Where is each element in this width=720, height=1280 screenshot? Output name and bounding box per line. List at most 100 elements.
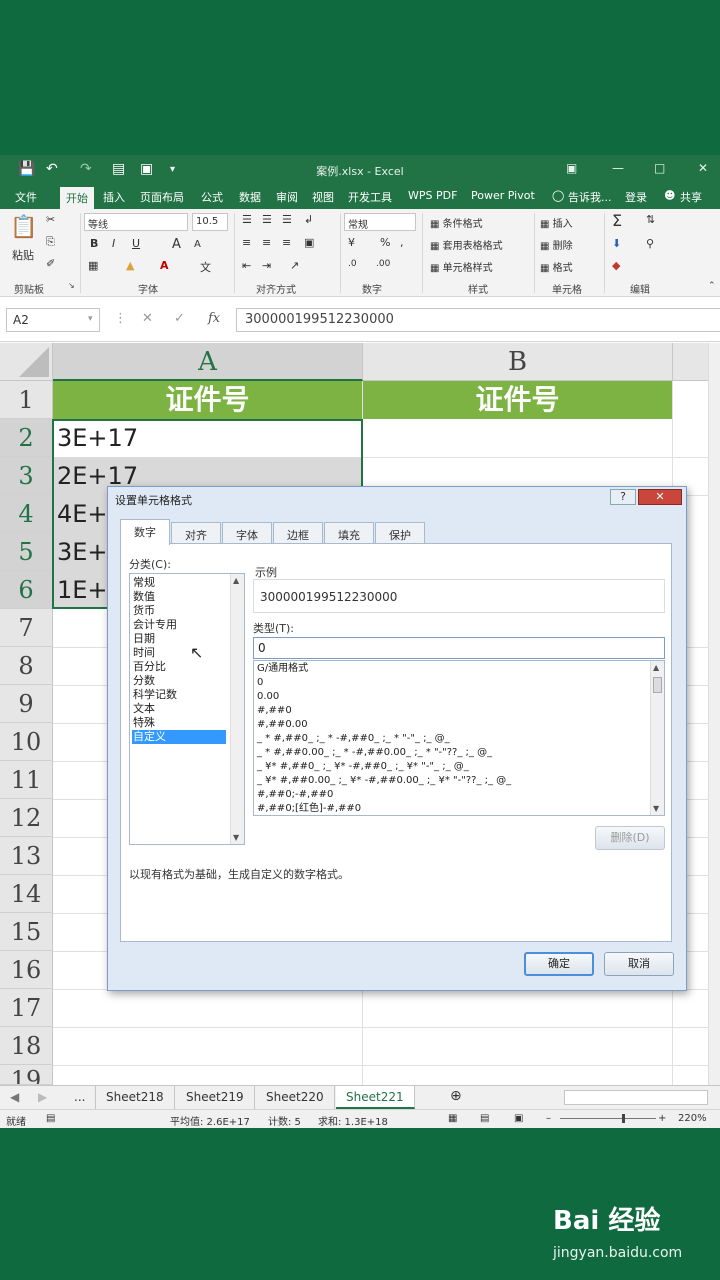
- name-box-dropdown-icon[interactable]: ▾: [88, 314, 93, 324]
- category-item[interactable]: 文本: [132, 702, 226, 716]
- scroll-left-icon[interactable]: ◀: [0, 1086, 29, 1109]
- row-header[interactable]: 4: [0, 495, 53, 533]
- sign-in-link[interactable]: 登录: [625, 189, 647, 205]
- cancel-entry-icon[interactable]: ✕: [142, 311, 153, 326]
- format-code-item[interactable]: _ ¥* #,##0.00_ ;_ ¥* -#,##0.00_ ;_ ¥* "-…: [257, 774, 511, 788]
- font-name-select[interactable]: 等线: [84, 213, 188, 231]
- insert-cells-button[interactable]: ▦ 插入: [540, 215, 573, 230]
- type-input[interactable]: 0: [253, 637, 665, 659]
- collapse-ribbon-icon[interactable]: ⌃: [708, 281, 716, 291]
- row-header[interactable]: 5: [0, 533, 53, 571]
- number-format-select[interactable]: 常规: [344, 213, 416, 231]
- cancel-button[interactable]: 取消: [604, 952, 674, 976]
- page-layout-view-icon[interactable]: ▤: [480, 1113, 489, 1124]
- tab-page-layout[interactable]: 页面布局: [140, 189, 184, 205]
- cell-a1[interactable]: 证件号: [53, 381, 362, 419]
- row-header[interactable]: 11: [0, 761, 53, 799]
- name-box[interactable]: A2: [6, 308, 100, 332]
- sheet-tab[interactable]: Sheet219: [176, 1086, 255, 1109]
- share-button[interactable]: 共享: [680, 189, 702, 205]
- tab-protection[interactable]: 保护: [375, 522, 425, 544]
- format-list-scrollbar[interactable]: ▲ ▼: [650, 661, 664, 815]
- row-header[interactable]: 17: [0, 989, 53, 1027]
- tab-file[interactable]: 文件: [15, 189, 37, 205]
- percent-icon[interactable]: %: [380, 236, 390, 249]
- decrease-decimal-icon[interactable]: .00: [376, 259, 390, 269]
- sheet-tab[interactable]: Sheet220: [256, 1086, 335, 1109]
- format-cells-button[interactable]: ▦ 格式: [540, 259, 573, 274]
- shrink-font-button[interactable]: A: [194, 239, 201, 250]
- row-header[interactable]: 15: [0, 913, 53, 951]
- row-header[interactable]: 18: [0, 1027, 53, 1065]
- category-item[interactable]: 分数: [132, 674, 226, 688]
- format-code-item[interactable]: #,##0: [257, 704, 292, 718]
- underline-button[interactable]: U: [132, 237, 140, 250]
- format-painter-icon[interactable]: ✐: [46, 257, 55, 270]
- column-header-a[interactable]: A: [53, 343, 363, 381]
- row-header[interactable]: 10: [0, 723, 53, 761]
- sheet-tab-active[interactable]: Sheet221: [336, 1086, 415, 1109]
- normal-view-icon[interactable]: ▦: [448, 1113, 457, 1124]
- tab-insert[interactable]: 插入: [103, 189, 125, 205]
- row-header[interactable]: 9: [0, 685, 53, 723]
- zoom-slider[interactable]: [560, 1118, 656, 1119]
- cell-styles-button[interactable]: ▦ 单元格样式: [430, 259, 493, 274]
- row-header[interactable]: 6: [0, 571, 53, 609]
- zoom-out-icon[interactable]: –: [546, 1113, 551, 1124]
- tab-home[interactable]: 开始: [60, 187, 94, 209]
- font-color-icon[interactable]: A: [160, 259, 169, 272]
- borders-icon[interactable]: ▦: [88, 259, 98, 272]
- paste-icon[interactable]: 📋: [10, 215, 37, 240]
- more-sheets-button[interactable]: ...: [64, 1086, 97, 1109]
- tab-alignment[interactable]: 对齐: [171, 522, 221, 544]
- phonetic-icon[interactable]: 文: [200, 259, 211, 275]
- tab-fill[interactable]: 填充: [324, 522, 374, 544]
- orientation-icon[interactable]: ↗: [290, 259, 299, 272]
- formula-input[interactable]: 300000199512230000: [236, 308, 720, 332]
- page-break-view-icon[interactable]: ▣: [514, 1113, 523, 1124]
- scroll-thumb[interactable]: [653, 677, 662, 693]
- confirm-entry-icon[interactable]: ✓: [174, 311, 185, 326]
- copy-icon[interactable]: ⎘: [46, 235, 55, 249]
- format-code-item[interactable]: G/通用格式: [257, 662, 308, 676]
- row-header[interactable]: 14: [0, 875, 53, 913]
- tell-me-search[interactable]: 告诉我...: [568, 189, 612, 205]
- autosum-icon[interactable]: Σ: [612, 211, 622, 230]
- align-middle-icon[interactable]: ☰: [262, 213, 272, 226]
- tab-wps-pdf[interactable]: WPS PDF: [408, 189, 457, 202]
- delete-cells-button[interactable]: ▦ 删除: [540, 237, 573, 252]
- tab-formulas[interactable]: 公式: [201, 189, 223, 205]
- format-code-list[interactable]: G/通用格式 0 0.00 #,##0 #,##0.00 _ * #,##0_ …: [253, 660, 665, 816]
- fill-color-icon[interactable]: ▲: [126, 259, 134, 272]
- format-code-item[interactable]: #,##0;-#,##0: [257, 788, 333, 802]
- fill-icon[interactable]: ⬇: [612, 237, 621, 250]
- row-header[interactable]: 13: [0, 837, 53, 875]
- category-item[interactable]: 常规: [132, 576, 226, 590]
- tab-font[interactable]: 字体: [222, 522, 272, 544]
- new-sheet-icon[interactable]: ⊕: [440, 1084, 472, 1107]
- align-center-icon[interactable]: ≡: [262, 236, 271, 249]
- increase-indent-icon[interactable]: ⇥: [262, 259, 271, 272]
- wrap-text-icon[interactable]: ↲: [304, 213, 313, 226]
- delete-format-button[interactable]: 删除(D): [595, 826, 665, 850]
- clipboard-launcher-icon[interactable]: ↘: [68, 281, 75, 290]
- row-header[interactable]: 12: [0, 799, 53, 837]
- paste-label[interactable]: 粘贴: [12, 247, 34, 263]
- category-item[interactable]: 时间: [132, 646, 226, 660]
- minimize-icon[interactable]: —: [612, 161, 624, 175]
- font-size-select[interactable]: 10.5: [192, 213, 228, 231]
- increase-decimal-icon[interactable]: .0: [348, 259, 357, 269]
- format-code-item[interactable]: 0: [257, 676, 263, 690]
- help-button[interactable]: ?: [610, 489, 636, 505]
- find-select-icon[interactable]: ⚲: [646, 237, 654, 250]
- tab-power-pivot[interactable]: Power Pivot: [471, 189, 535, 202]
- scroll-down-icon[interactable]: ▼: [233, 833, 239, 842]
- category-item[interactable]: 特殊: [132, 716, 226, 730]
- horizontal-scrollbar[interactable]: [564, 1090, 708, 1105]
- clear-icon[interactable]: ◆: [612, 259, 620, 272]
- accounting-format-icon[interactable]: ¥: [348, 236, 355, 249]
- align-right-icon[interactable]: ≡: [282, 236, 291, 249]
- format-code-item[interactable]: #,##0.00: [257, 718, 308, 732]
- category-item-selected[interactable]: 自定义: [132, 730, 226, 744]
- category-item[interactable]: 百分比: [132, 660, 226, 674]
